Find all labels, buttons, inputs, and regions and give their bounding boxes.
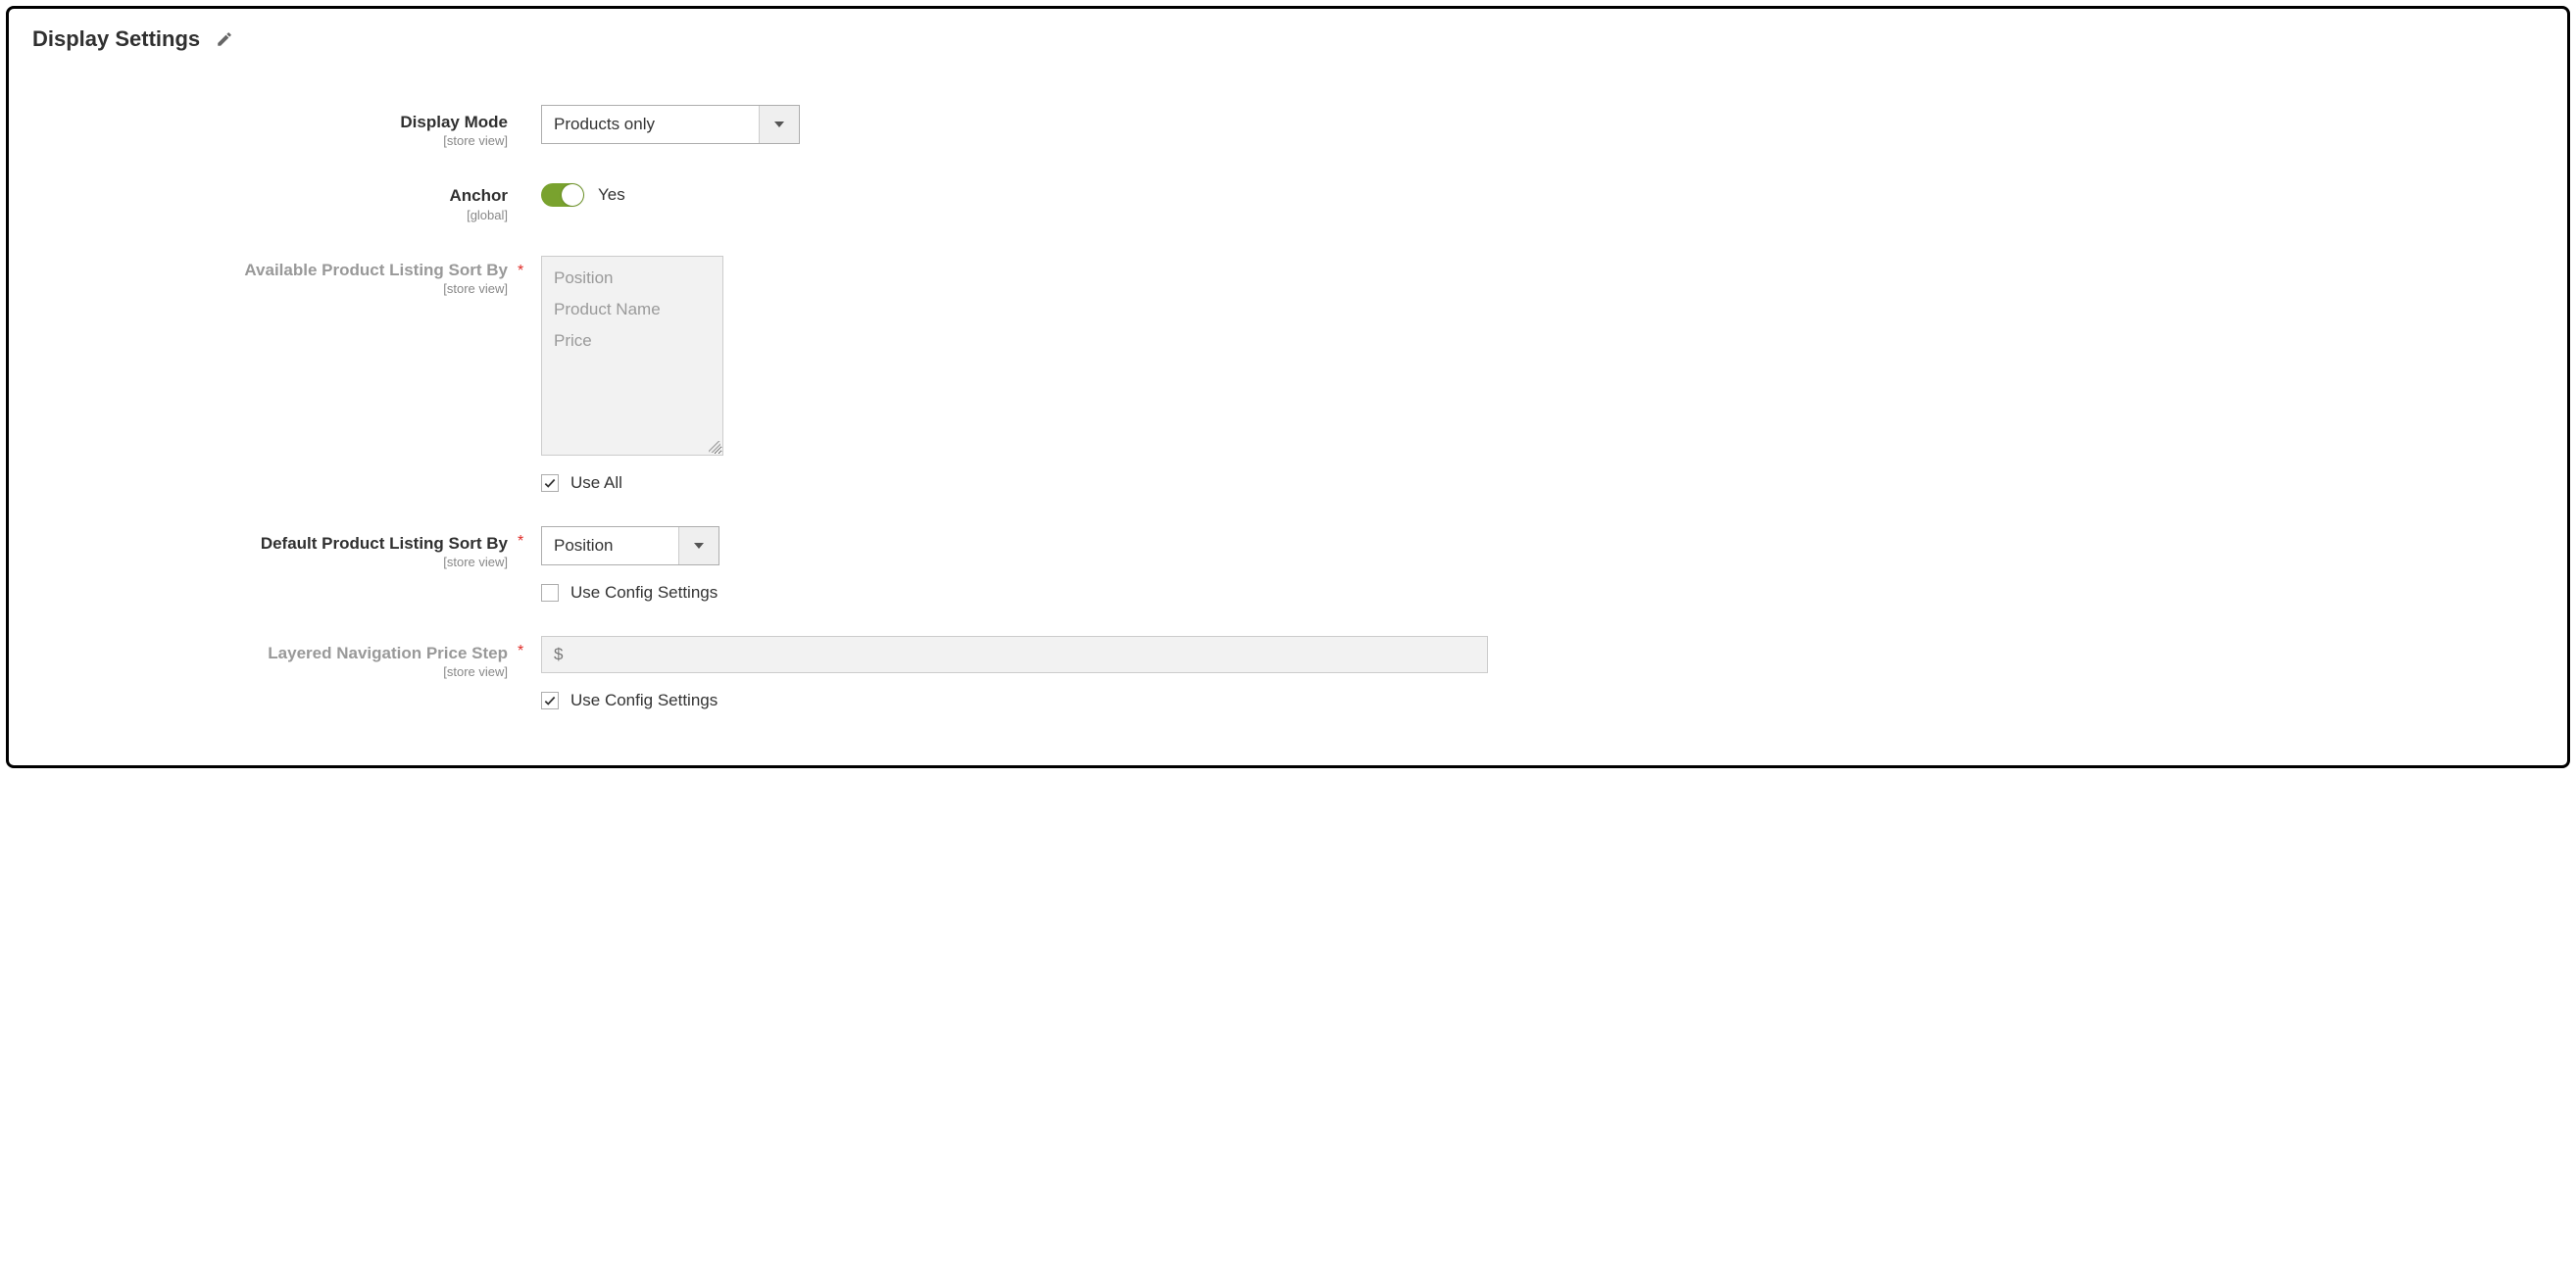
- label-display-mode: Display Mode: [32, 112, 508, 132]
- select-display-mode-value: Products only: [542, 106, 760, 143]
- checkbox-price-step-use-config[interactable]: [541, 692, 559, 709]
- label-anchor: Anchor: [32, 185, 508, 206]
- scope-default-sort: [store view]: [32, 555, 508, 569]
- label-default-sort: Default Product Listing Sort By: [32, 533, 508, 554]
- multiselect-option: Position: [554, 267, 711, 298]
- select-default-sort-value: Position: [542, 527, 679, 564]
- display-settings-panel: Display Settings Display Mode [store vie…: [6, 6, 2570, 768]
- select-default-sort[interactable]: Position: [541, 526, 719, 565]
- scope-display-mode: [store view]: [32, 133, 508, 148]
- checkbox-price-step-use-config-label: Use Config Settings: [570, 691, 718, 710]
- row-default-sort: Default Product Listing Sort By [store v…: [32, 526, 2544, 603]
- checkbox-use-all-label: Use All: [570, 473, 622, 493]
- label-available-sort: Available Product Listing Sort By: [32, 260, 508, 280]
- row-display-mode: Display Mode [store view] Products only: [32, 105, 2544, 148]
- select-display-mode[interactable]: Products only: [541, 105, 800, 144]
- chevron-down-icon: [760, 106, 799, 143]
- scope-anchor: [global]: [32, 208, 508, 222]
- pencil-icon[interactable]: [216, 30, 233, 48]
- checkbox-default-sort-use-config-label: Use Config Settings: [570, 583, 718, 603]
- scope-available-sort: [store view]: [32, 281, 508, 296]
- toggle-anchor-label: Yes: [598, 185, 625, 205]
- checkbox-use-all[interactable]: [541, 474, 559, 492]
- required-marker: *: [518, 256, 535, 280]
- label-price-step: Layered Navigation Price Step: [32, 643, 508, 663]
- multiselect-option: Product Name: [554, 298, 711, 329]
- multiselect-option: Price: [554, 329, 711, 361]
- row-available-sort: Available Product Listing Sort By [store…: [32, 256, 2544, 493]
- multiselect-available-sort: Position Product Name Price: [541, 256, 723, 456]
- required-marker: *: [518, 526, 535, 551]
- chevron-down-icon: [679, 527, 718, 564]
- input-price-step-prefix: $: [554, 645, 563, 664]
- row-anchor: Anchor [global] Yes: [32, 181, 2544, 221]
- required-marker: *: [518, 636, 535, 660]
- toggle-anchor[interactable]: [541, 183, 584, 207]
- section-header: Display Settings: [32, 26, 2544, 52]
- checkbox-default-sort-use-config[interactable]: [541, 584, 559, 602]
- scope-price-step: [store view]: [32, 664, 508, 679]
- input-price-step: $: [541, 636, 1488, 673]
- row-price-step: Layered Navigation Price Step [store vie…: [32, 636, 2544, 710]
- section-title: Display Settings: [32, 26, 200, 52]
